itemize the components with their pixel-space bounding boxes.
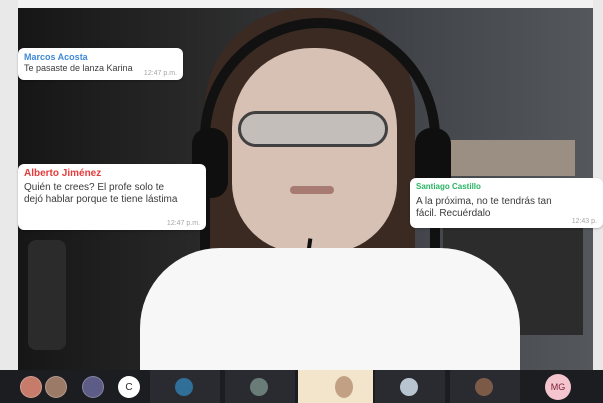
video-stage: Marcos Acosta Te pasaste de lanza Karina… bbox=[0, 0, 603, 370]
participant-avatar-1[interactable] bbox=[20, 376, 42, 398]
participant-face-4 bbox=[475, 378, 493, 396]
chat-sender-2: Alberto Jiménez bbox=[24, 168, 102, 179]
chat-time-1: 12:47 p.m. bbox=[143, 70, 177, 77]
headset-icon bbox=[200, 18, 440, 278]
chat-sender-1: Marcos Acosta bbox=[24, 52, 88, 62]
frame-top bbox=[0, 0, 603, 8]
chat-time-2: 12:47 p.m. bbox=[166, 220, 200, 227]
chat-message-1: Te pasaste de lanza Karina bbox=[24, 63, 133, 73]
chat-bubble-2: Alberto Jiménez Quién te crees? El profe… bbox=[18, 164, 206, 230]
chat-bubble-3: Santiago Castillo A la próxima, no te te… bbox=[410, 178, 603, 228]
participant-face-3 bbox=[400, 378, 418, 396]
participant-avatar-2[interactable] bbox=[45, 376, 67, 398]
participant-avatar-mg[interactable]: MG bbox=[545, 374, 571, 400]
background-lamp bbox=[28, 240, 66, 350]
chat-message-3: A la próxima, no te tendrás tan fácil. R… bbox=[416, 196, 552, 219]
chat-time-3: 12:43 p. bbox=[571, 218, 597, 225]
participant-avatar-3[interactable] bbox=[82, 376, 104, 398]
shirt bbox=[140, 248, 520, 370]
frame-left bbox=[0, 0, 18, 370]
active-speaker-face bbox=[335, 376, 353, 398]
participant-face-1 bbox=[175, 378, 193, 396]
chat-bubble-1: Marcos Acosta Te pasaste de lanza Karina… bbox=[18, 48, 183, 80]
chat-sender-3: Santiago Castillo bbox=[416, 182, 481, 191]
chat-message-2: Quién te crees? El profe solo te dejó ha… bbox=[24, 182, 178, 205]
participant-face-2 bbox=[250, 378, 268, 396]
participant-avatar-c[interactable]: C bbox=[118, 376, 140, 398]
